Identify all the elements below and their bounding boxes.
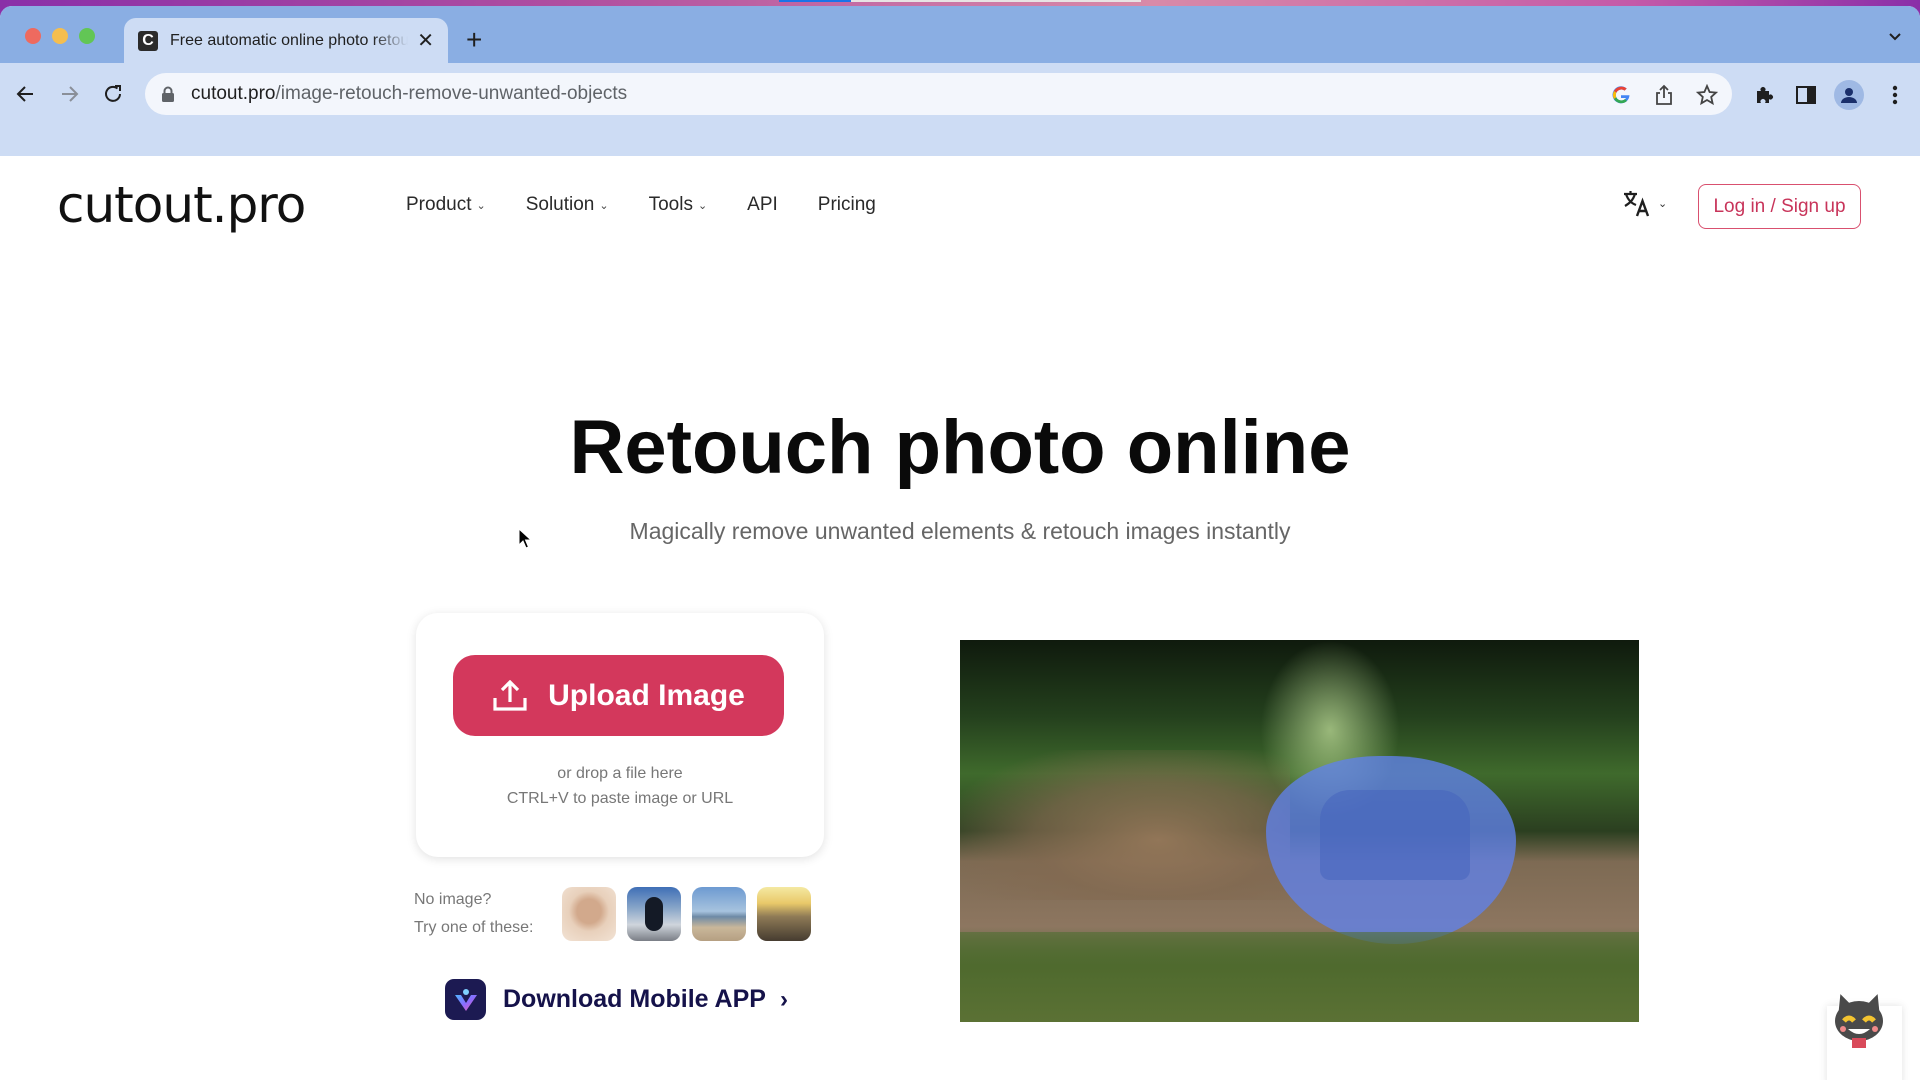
site-header: cutout.pro Product ⌄ Solution ⌄ Tools ⌄ API…	[0, 156, 1920, 256]
site-favicon-icon: C	[138, 31, 158, 51]
nav-label: Tools	[648, 194, 693, 215]
star-icon[interactable]	[1694, 82, 1720, 108]
minimize-window-button[interactable]	[52, 28, 68, 44]
url-host: cutout.pro	[191, 83, 276, 104]
more-icon[interactable]	[1880, 80, 1910, 110]
sample-label: No image? Try one of these:	[414, 886, 562, 942]
drop-hint-text: or drop a file here	[557, 765, 683, 782]
progress-segment	[779, 0, 851, 2]
download-mobile-app-link[interactable]: Download Mobile APP ›	[445, 979, 788, 1020]
drop-hint: or drop a file here CTRL+V to paste imag…	[416, 761, 824, 811]
sample-thumb-street[interactable]	[627, 887, 681, 941]
lock-icon[interactable]	[161, 86, 175, 102]
chat-mascot-icon[interactable]	[1830, 991, 1888, 1059]
back-icon[interactable]	[12, 80, 40, 108]
forward-icon[interactable]	[55, 80, 83, 108]
chevron-down-icon: ⌄	[476, 199, 486, 212]
upload-button-label: Upload Image	[548, 678, 745, 712]
chevron-down-icon: ⌄	[1658, 197, 1668, 210]
tab-title: Free automatic online photo retouch	[170, 32, 408, 49]
nav-label: API	[747, 194, 778, 215]
chevron-down-icon: ⌄	[697, 199, 708, 212]
app-logo-icon	[445, 979, 486, 1020]
sample-label-line1: No image?	[414, 891, 492, 908]
page-subtitle: Magically remove unwanted elements & ret…	[629, 518, 1291, 544]
tab-search-icon[interactable]	[1888, 30, 1902, 44]
download-app-label: Download Mobile APP	[503, 985, 766, 1013]
url-path: /image-retouch-remove-unwanted-objects	[275, 83, 628, 104]
browser-toolbar: cutout.pro/image-retouch-remove-unwanted…	[0, 63, 1920, 156]
page-title: Retouch photo online	[569, 405, 1351, 490]
new-tab-button[interactable]: +	[466, 26, 482, 54]
upload-icon	[493, 679, 527, 711]
paste-hint-text: CTRL+V to paste image or URL	[506, 790, 734, 807]
share-icon[interactable]	[1651, 82, 1677, 108]
nav-api[interactable]: API	[747, 194, 778, 216]
nav-label: Pricing	[817, 194, 876, 215]
tab-strip: C Free automatic online photo retouch ✕ …	[0, 6, 1920, 64]
reload-icon[interactable]	[99, 80, 127, 108]
sample-label-line2: Try one of these:	[414, 919, 534, 936]
nav-label: Product	[406, 194, 472, 215]
maximize-window-button[interactable]	[79, 28, 95, 44]
browser-window: C Free automatic online photo retouch ✕ …	[0, 6, 1920, 1080]
profile-icon[interactable]	[1834, 80, 1864, 110]
sample-thumb-portrait[interactable]	[562, 887, 616, 941]
nav-product[interactable]: Product ⌄	[406, 194, 486, 216]
main-nav: Product ⌄ Solution ⌄ Tools ⌄ API Pricing	[406, 194, 916, 216]
close-icon[interactable]: ✕	[417, 31, 434, 51]
mouse-cursor-icon	[518, 528, 532, 549]
sample-thumb-sunset[interactable]	[757, 887, 811, 941]
demo-grass	[960, 932, 1639, 1022]
sample-images: No image? Try one of these:	[414, 886, 822, 942]
chevron-down-icon: ⌄	[599, 199, 609, 212]
nav-label: Solution	[525, 194, 595, 215]
language-selector[interactable]: ⌄	[1622, 188, 1667, 218]
site-logo[interactable]: cutout.pro	[57, 176, 306, 234]
sample-thumb-beach[interactable]	[692, 887, 746, 941]
web-page: cutout.pro Product ⌄ Solution ⌄ Tools ⌄ API…	[0, 156, 1920, 1080]
nav-tools[interactable]: Tools ⌄	[649, 194, 708, 216]
translate-icon	[1624, 191, 1650, 217]
demo-car	[1320, 790, 1470, 880]
upload-image-button[interactable]: Upload Image	[453, 655, 784, 736]
browser-tab-active[interactable]: C Free automatic online photo retouch ✕	[124, 18, 448, 64]
upload-dropzone[interactable]: Upload Image or drop a file here CTRL+V …	[416, 613, 824, 857]
google-icon[interactable]	[1608, 82, 1634, 108]
login-signup-button[interactable]: Log in / Sign up	[1698, 184, 1861, 229]
side-panel-icon[interactable]	[1791, 80, 1821, 110]
demo-image-retouch	[960, 640, 1639, 1022]
extensions-icon[interactable]	[1749, 80, 1779, 110]
progress-track	[851, 0, 1141, 2]
nav-solution[interactable]: Solution ⌄	[526, 194, 609, 216]
demo-dust-cloud	[960, 750, 1290, 900]
close-window-button[interactable]	[25, 28, 41, 44]
nav-pricing[interactable]: Pricing	[818, 194, 876, 216]
chevron-right-icon: ›	[779, 985, 788, 1013]
address-bar[interactable]: cutout.pro/image-retouch-remove-unwanted…	[145, 73, 1732, 115]
